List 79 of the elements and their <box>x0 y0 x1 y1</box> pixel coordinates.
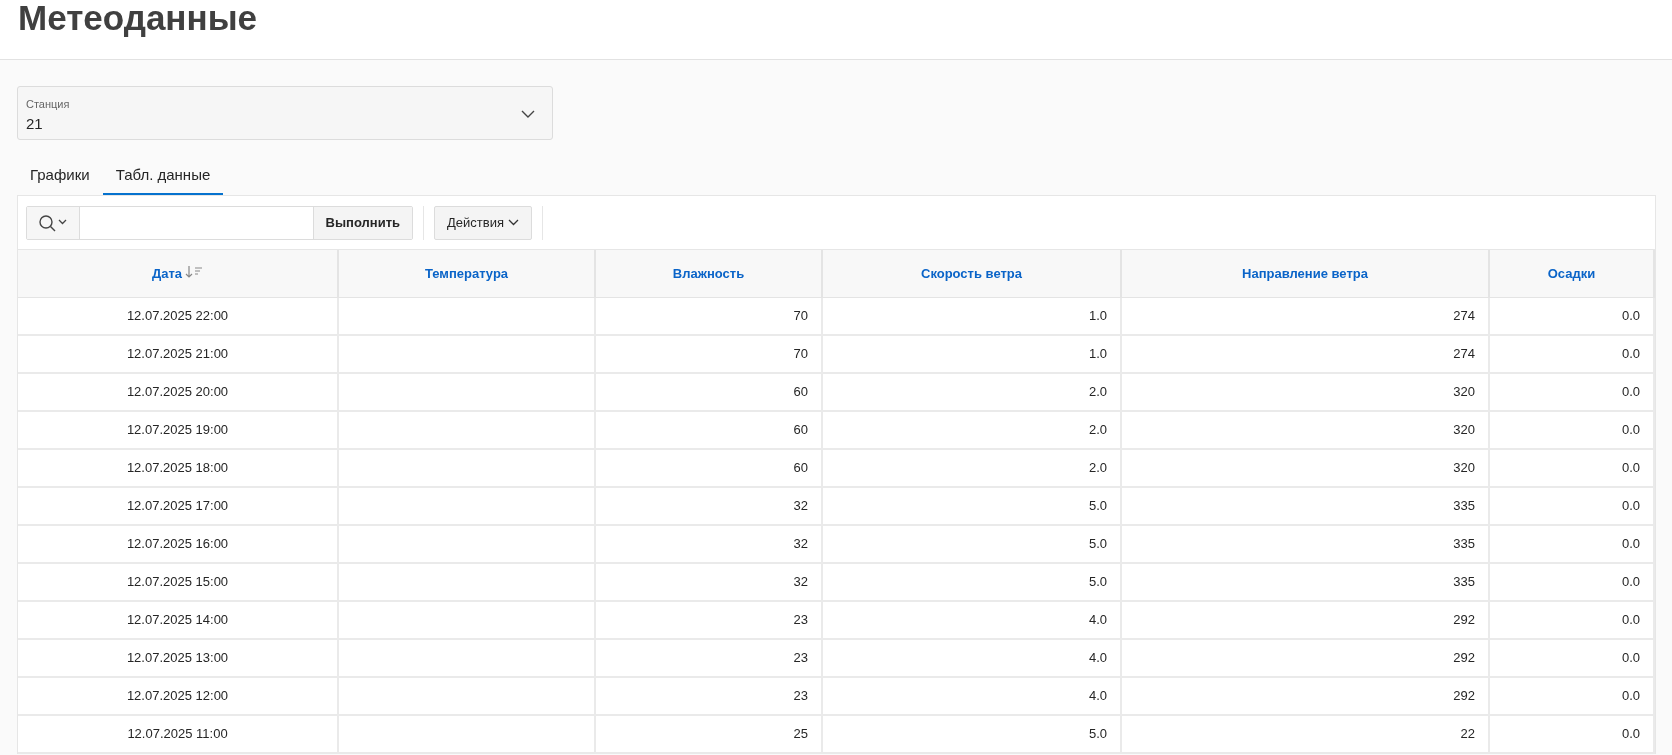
table-cell: 12.07.2025 14:00 <box>18 601 338 639</box>
tab[interactable]: Графики <box>17 158 103 195</box>
table-cell: 23 <box>595 601 822 639</box>
table-cell: 4.0 <box>822 601 1121 639</box>
column-header[interactable]: Направление ветра <box>1121 250 1489 297</box>
table-cell: 2.0 <box>822 373 1121 411</box>
search-menu-button[interactable] <box>27 206 80 239</box>
table-cell: 274 <box>1121 335 1489 373</box>
table-cell: 12.07.2025 21:00 <box>18 335 338 373</box>
table-cell: 0.0 <box>1489 297 1654 335</box>
table-cell: 12.07.2025 19:00 <box>18 411 338 449</box>
table-cell: 0.0 <box>1489 677 1654 715</box>
table-cell: 4.0 <box>822 677 1121 715</box>
table-cell: 70 <box>595 335 822 373</box>
search-icon <box>38 213 68 232</box>
table-cell: 70 <box>595 297 822 335</box>
go-button[interactable]: Выполнить <box>312 206 412 239</box>
table-cell: 4.0 <box>822 639 1121 677</box>
table-cell: 60 <box>595 411 822 449</box>
column-header[interactable]: Дата <box>18 250 338 297</box>
table-cell: 320 <box>1121 449 1489 487</box>
table-cell: 1.0 <box>822 335 1121 373</box>
table-cell: 0.0 <box>1489 715 1654 753</box>
page-title: Метеоданные <box>18 0 257 35</box>
table-cell: 22 <box>1121 715 1489 753</box>
table-cell: 5.0 <box>822 487 1121 525</box>
table-cell: 12.07.2025 20:00 <box>18 373 338 411</box>
table-cell: 60 <box>595 373 822 411</box>
table-cell: 23 <box>595 639 822 677</box>
table-cell: 274 <box>1121 297 1489 335</box>
table-cell: 32 <box>595 563 822 601</box>
table-cell: 292 <box>1121 601 1489 639</box>
table-cell: 12.07.2025 16:00 <box>18 525 338 563</box>
table-cell: 12.07.2025 22:00 <box>18 297 338 335</box>
table-cell: 5.0 <box>822 715 1121 753</box>
chevron-down-icon <box>521 110 535 119</box>
table-cell: 23 <box>595 677 822 715</box>
table-cell: 0.0 <box>1489 335 1654 373</box>
table-cell: 0.0 <box>1489 449 1654 487</box>
table-cell: 12.07.2025 11:00 <box>18 715 338 753</box>
column-header[interactable]: Скорость ветра <box>822 250 1121 297</box>
table-cell: 25 <box>595 715 822 753</box>
table-cell: 0.0 <box>1489 639 1654 677</box>
table-cell: 12.07.2025 15:00 <box>18 563 338 601</box>
station-select[interactable]: Станция 21 <box>17 86 553 140</box>
table-cell: 1.0 <box>822 297 1121 335</box>
table-cell: 0.0 <box>1489 411 1654 449</box>
table-cell: 12.07.2025 13:00 <box>18 639 338 677</box>
column-header[interactable]: Температура <box>338 250 595 297</box>
actions-button[interactable]: Действия <box>434 205 532 240</box>
table-cell: 0.0 <box>1489 563 1654 601</box>
table-cell: 5.0 <box>822 525 1121 563</box>
column-header[interactable]: Осадки <box>1489 250 1654 297</box>
table-cell: 0.0 <box>1489 601 1654 639</box>
table-cell: 32 <box>595 525 822 563</box>
caret-icon <box>507 219 519 226</box>
table-cell: 0.0 <box>1489 487 1654 525</box>
table-cell: 12.07.2025 17:00 <box>18 487 338 525</box>
table-cell: 32 <box>595 487 822 525</box>
table-cell: 2.0 <box>822 411 1121 449</box>
select-label: Станция <box>26 97 70 112</box>
table-cell: 292 <box>1121 677 1489 715</box>
table-cell: 320 <box>1121 373 1489 411</box>
table-cell: 2.0 <box>822 449 1121 487</box>
table-cell: 335 <box>1121 525 1489 563</box>
table-cell: 335 <box>1121 487 1489 525</box>
column-header[interactable]: Влажность <box>595 250 822 297</box>
table-cell: 5.0 <box>822 563 1121 601</box>
table-cell: 320 <box>1121 411 1489 449</box>
table-cell: 292 <box>1121 639 1489 677</box>
table-cell: 12.07.2025 18:00 <box>18 449 338 487</box>
search-field[interactable]: Выполнить <box>26 205 413 240</box>
table-cell: 0.0 <box>1489 373 1654 411</box>
table-cell: 335 <box>1121 563 1489 601</box>
select-value: 21 <box>26 113 44 134</box>
table-cell: 0.0 <box>1489 525 1654 563</box>
table-cell: 12.07.2025 12:00 <box>18 677 338 715</box>
sort-descending-icon <box>185 264 204 279</box>
table-cell: 60 <box>595 449 822 487</box>
